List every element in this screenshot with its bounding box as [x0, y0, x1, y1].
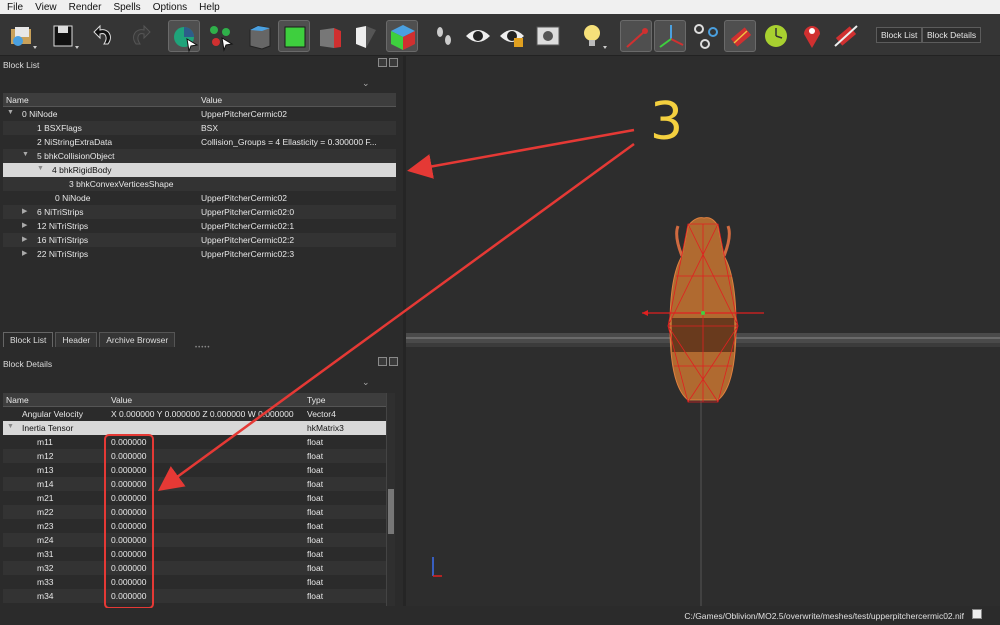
annotation-arrow-to-rigidbody [407, 128, 635, 179]
file-path-status: C:/Games/Oblivion/MO2.5/overwrite/meshes… [684, 611, 964, 621]
annotation-overlay [104, 128, 635, 609]
annotation-number: 3 [650, 92, 684, 152]
status-bar: C:/Games/Oblivion/MO2.5/overwrite/meshes… [0, 608, 1000, 625]
resize-grip-icon[interactable] [972, 609, 982, 619]
annotation-highlight-box [104, 434, 154, 609]
annotation-arrow-to-values [157, 142, 635, 491]
